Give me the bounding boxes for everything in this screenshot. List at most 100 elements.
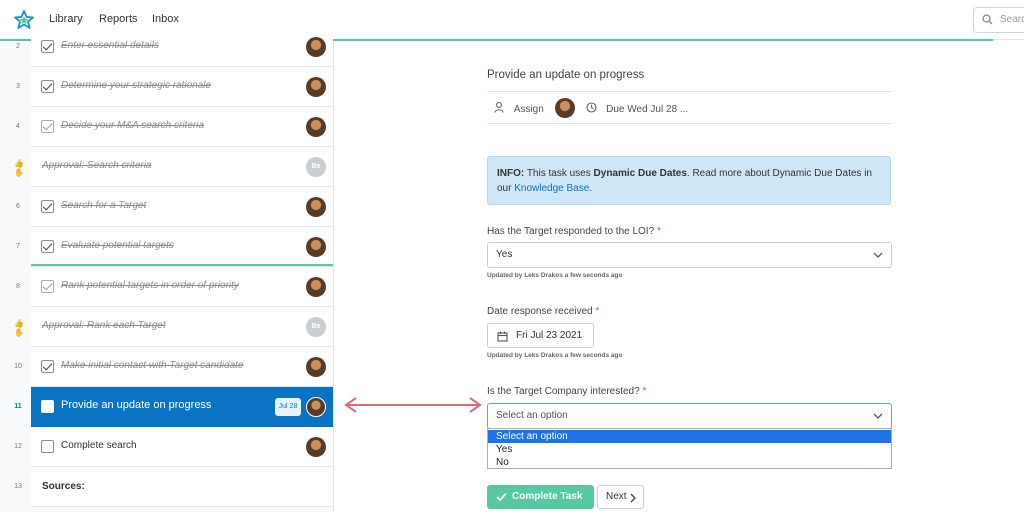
task-checkbox[interactable] [41,280,54,293]
chevron-right-icon [630,493,636,503]
task-checklist: 2 Enter essential details 3 Determine yo… [0,27,334,512]
field-label: Is the Target Company interested? * [487,386,646,397]
approval-item[interactable]: Approval: Rank each Target Be [31,307,333,347]
approval-row[interactable]: 👍 ✋ Approval: Search criteria Be [0,147,334,187]
task-row[interactable]: 12 Complete search [0,427,334,467]
required-mark: * [642,386,647,397]
task-item[interactable]: Provide an update on progress Jul 28 [31,387,333,427]
complete-task-button[interactable]: Complete Task [487,485,594,509]
next-label: Next [606,491,627,502]
task-row[interactable]: 2 Enter essential details [0,27,334,67]
task-number: 2 [16,43,20,50]
task-item[interactable]: Make initial contact with Target candida… [31,347,333,387]
task-number: 13 [14,483,22,490]
nav-library-link[interactable]: Library [49,13,83,25]
avatar [306,77,326,97]
task-row[interactable]: 8 Rank potential targets in order of pri… [0,267,334,307]
task-label: Evaluate potential targets [61,240,174,251]
task-checkbox[interactable] [41,40,54,53]
avatar [306,357,326,377]
task-number: 8 [16,283,20,290]
approval-item[interactable]: Approval: Search criteria Be [31,147,333,187]
avatar [306,197,326,217]
task-row[interactable]: 7 Evaluate potential targets [0,227,334,267]
task-item[interactable]: Enter essential details [31,27,333,67]
info-bold: Dynamic Due Dates [593,168,687,179]
nav-reports-link[interactable]: Reports [99,13,138,25]
responded-select[interactable]: Yes [487,242,892,268]
select-value: Select an option [496,410,568,421]
field-label-text: Is the Target Company interested? [487,386,640,397]
next-button[interactable]: Next [597,485,644,509]
assign-button[interactable]: Assign [514,104,544,115]
due-date-badge: Jul 28 [275,398,301,416]
select-value: Yes [496,249,513,260]
required-mark: * [595,306,600,317]
task-title: Provide an update on progress [487,69,645,81]
field-label-text: Has the Target responded to the LOI? [487,226,655,237]
task-number: 11 [14,403,22,410]
task-item[interactable]: Evaluate potential targets [31,227,333,267]
task-number: 10 [14,363,22,370]
required-mark: * [656,226,661,237]
avatar [306,237,326,257]
task-number: 6 [16,203,20,210]
updated-note: Updated by Leks Drakos a few seconds ago [487,272,623,279]
heading-row[interactable]: 13 Sources: [0,467,334,507]
task-checkbox[interactable] [41,200,54,213]
task-checkbox[interactable] [41,360,54,373]
task-label: Rank potential targets in order of prior… [61,280,239,291]
knowledge-base-link[interactable]: Knowledge Base [514,183,589,194]
task-label: Determine your strategic rationale [61,80,212,91]
task-checkbox[interactable] [41,400,54,413]
task-row-active[interactable]: 11 Provide an update on progress Jul 28 [0,387,334,427]
avatar [306,117,326,137]
task-label: Complete search [61,440,137,451]
double-arrow-icon [344,397,482,413]
avatar[interactable] [554,98,575,118]
nav-inbox-link[interactable]: Inbox [152,13,179,25]
approval-row[interactable]: 👍 ✋ Approval: Rank each Target Be [0,307,334,347]
task-row[interactable]: 3 Determine your strategic rationale [0,67,334,107]
task-item[interactable]: Determine your strategic rationale [31,67,333,107]
approval-label: Approval: Rank each Target [42,320,166,331]
select-option[interactable]: No [488,456,891,469]
select-option[interactable]: Select an option [488,430,891,443]
thumbs-up-icon: 👍 ✋ [14,319,24,337]
field-label-text: Date response received [487,306,593,317]
stop-divider [31,264,333,266]
task-item[interactable]: Complete search [31,427,333,467]
field-label: Date response received * [487,306,599,317]
info-text: . [589,183,593,194]
task-checkbox[interactable] [41,80,54,93]
task-checkbox[interactable] [41,120,54,133]
complete-task-label: Complete Task [512,491,583,502]
clock-icon [586,102,597,113]
calendar-icon [497,331,508,342]
heading-item[interactable]: Sources: [31,467,333,507]
divider [487,123,892,124]
info-box: INFO: This task uses Dynamic Due Dates. … [487,156,891,205]
avatar: Be [306,317,326,337]
task-label: Make initial contact with Target candida… [61,360,244,371]
task-row[interactable]: 10 Make initial contact with Target cand… [0,347,334,387]
thumbs-up-icon: 👍 ✋ [14,159,24,177]
info-text: This task uses [526,168,594,179]
task-row[interactable]: 4 Decide your M&A search criteria [0,107,334,147]
due-date-button[interactable]: Due Wed Jul 28 ... [606,104,688,115]
date-picker[interactable]: Fri Jul 23 2021 [487,323,594,348]
task-item[interactable]: Decide your M&A search criteria [31,107,333,147]
task-item[interactable]: Search for a Target [31,187,333,227]
interested-select[interactable]: Select an option [487,403,892,429]
select-option[interactable]: Yes [488,443,891,456]
task-row[interactable]: 6 Search for a Target [0,187,334,227]
task-checkbox[interactable] [41,440,54,453]
task-item[interactable]: Rank potential targets in order of prior… [31,267,333,307]
check-icon [496,492,507,502]
task-checkbox[interactable] [41,240,54,253]
task-label: Decide your M&A search criteria [61,120,205,131]
search-input[interactable]: Search [973,7,1024,33]
updated-note: Updated by Leks Drakos a few seconds ago [487,352,623,359]
avatar [306,397,326,417]
info-prefix: INFO: [497,168,525,179]
